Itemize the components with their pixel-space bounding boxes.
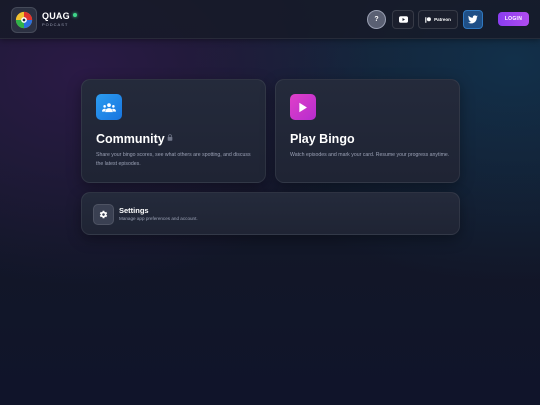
youtube-button[interactable] [392,10,414,29]
patreon-icon [425,16,432,23]
top-header: QUAG PODCAST ? Patreon LOGIN [0,0,540,39]
users-icon [102,102,116,112]
login-button[interactable]: LOGIN [498,12,529,26]
help-label: ? [374,16,379,23]
settings-description: Manage app preferences and account. [119,216,198,221]
brand-name: QUAG [42,11,70,21]
brand-subtitle: PODCAST [42,22,69,27]
settings-card[interactable]: Settings Manage app preferences and acco… [81,192,460,235]
logo[interactable] [11,7,37,33]
logo-icon [15,11,33,29]
bingo-description: Watch episodes and mark your card. Resum… [290,152,450,158]
community-title: Community [96,132,165,146]
help-button[interactable]: ? [367,10,386,29]
status-dot [73,13,77,17]
twitter-button[interactable] [463,10,483,29]
twitter-icon [468,15,478,24]
youtube-icon [398,16,408,23]
patreon-label: Patreon [434,17,451,22]
gear-icon [99,210,108,219]
settings-title: Settings [119,206,149,215]
community-card[interactable]: Community Share your bingo scores, see w… [81,79,266,183]
play-bingo-card[interactable]: Play Bingo Watch episodes and mark your … [275,79,460,183]
patreon-button[interactable]: Patreon [418,10,458,29]
community-description: Share your bingo scores, see what others… [96,152,251,167]
settings-icon-box [93,204,114,225]
lock-icon [167,134,173,141]
community-icon-box [96,94,122,120]
bingo-title: Play Bingo [290,132,355,146]
login-label: LOGIN [504,16,523,22]
bingo-icon-box [290,94,316,120]
play-icon [299,102,307,112]
